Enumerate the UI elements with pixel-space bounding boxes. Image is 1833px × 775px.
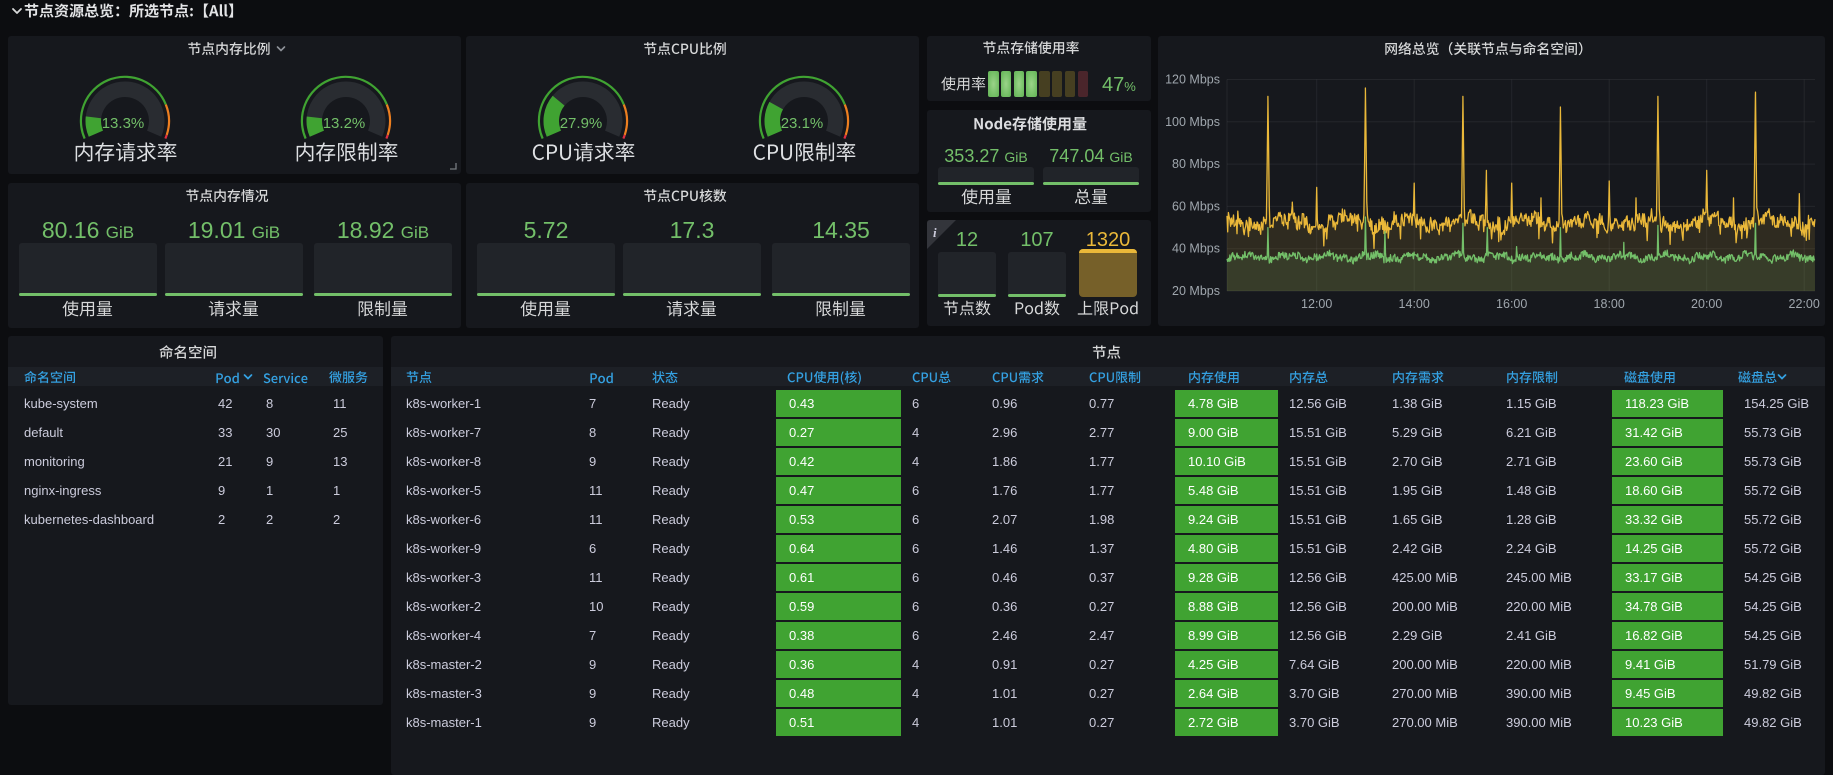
svg-text:16:00: 16:00 [1496, 297, 1527, 311]
svg-text:18:00: 18:00 [1594, 297, 1625, 311]
svg-text:12:00: 12:00 [1301, 297, 1332, 311]
svg-text:60 Mbps: 60 Mbps [1172, 199, 1220, 213]
svg-text:i: i [933, 225, 937, 240]
svg-text:120 Mbps: 120 Mbps [1165, 73, 1220, 87]
svg-text:40 Mbps: 40 Mbps [1172, 242, 1220, 256]
svg-text:100 Mbps: 100 Mbps [1165, 115, 1220, 129]
svg-text:20 Mbps: 20 Mbps [1172, 284, 1220, 298]
svg-text:14:00: 14:00 [1399, 297, 1430, 311]
svg-text:80 Mbps: 80 Mbps [1172, 157, 1220, 171]
svg-text:20:00: 20:00 [1691, 297, 1722, 311]
svg-text:22:00: 22:00 [1789, 297, 1820, 311]
